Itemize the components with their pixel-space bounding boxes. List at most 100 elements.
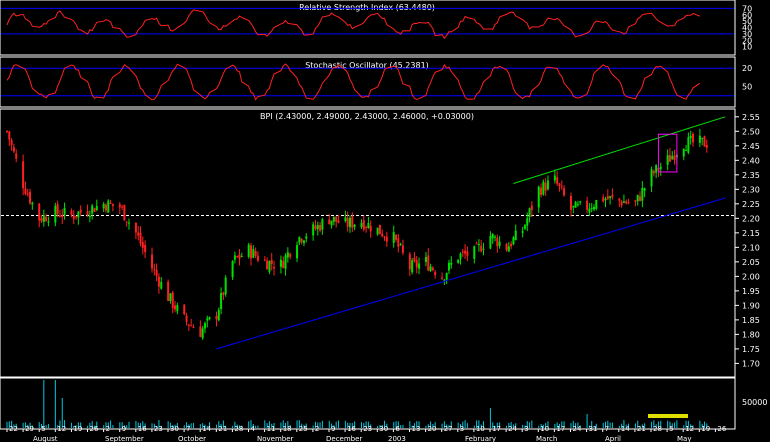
candle-body <box>528 208 531 218</box>
candle-body <box>302 240 305 244</box>
candle-body <box>273 266 276 269</box>
price-tick-label: 2.15 <box>742 229 760 238</box>
candle-body <box>335 216 338 222</box>
rsi-tick-label: 10 <box>742 43 752 52</box>
x-day-label: 9 <box>331 425 335 433</box>
candle-body <box>88 215 91 218</box>
x-day-label: 16 <box>138 425 147 433</box>
x-day-label: 18 <box>283 425 292 433</box>
candle-body <box>618 198 621 201</box>
candle-body <box>473 246 476 259</box>
candle-body <box>312 224 315 236</box>
candle-body <box>220 293 223 310</box>
volume-panel: 50000 <box>0 377 767 430</box>
candle-body <box>238 254 241 259</box>
candle-body <box>141 242 144 248</box>
candle-body <box>480 245 483 252</box>
candle-body <box>167 281 170 302</box>
x-day-label: 6 <box>395 425 400 433</box>
x-day-label: 27 <box>444 425 453 433</box>
candle-body <box>10 140 13 145</box>
candle-body <box>510 243 513 247</box>
price-tick-label: 2.35 <box>742 171 760 180</box>
candle-body <box>254 250 257 256</box>
x-month-label: May <box>677 435 691 442</box>
price-tick-label: 2.55 <box>742 113 760 122</box>
x-day-label: 28 <box>234 425 243 433</box>
x-day-label: 10 <box>540 425 549 433</box>
candle-body <box>22 161 25 189</box>
candle-body <box>650 169 653 187</box>
candle-body <box>643 188 646 191</box>
candle-body <box>620 201 623 206</box>
candle-body <box>201 328 204 339</box>
candle-body <box>321 219 324 230</box>
candle-body <box>574 201 577 208</box>
candle-body <box>286 252 289 258</box>
candle-body <box>641 187 644 201</box>
x-day-label: 26 <box>90 425 99 433</box>
candle-body <box>507 246 510 252</box>
candle-body <box>689 135 692 139</box>
candle-body <box>415 260 418 268</box>
candle-body <box>544 182 547 191</box>
x-day-label: 2 <box>106 425 110 433</box>
candle-body <box>160 281 163 289</box>
x-day-label: 30 <box>379 425 388 433</box>
candle-body <box>572 205 575 208</box>
candle-body <box>192 327 195 329</box>
candle-body <box>63 208 66 216</box>
candle-body <box>445 273 448 280</box>
candle-body <box>215 315 218 320</box>
candle-body <box>153 269 156 271</box>
candle-body <box>104 204 107 211</box>
candle-body <box>199 326 202 337</box>
candle-body <box>523 225 526 229</box>
candle-body <box>586 200 589 210</box>
rsi-title: Relative Strength Index (63.4480) <box>299 3 435 12</box>
candle-body <box>203 323 206 329</box>
candle-body <box>611 194 614 198</box>
x-day-label: 13 <box>412 425 421 433</box>
candle-body <box>399 244 402 246</box>
candle-body <box>351 216 354 228</box>
candle-body <box>29 191 32 204</box>
candle-body <box>256 255 259 261</box>
price-tick-label: 2.10 <box>742 243 760 252</box>
candle-body <box>185 315 188 322</box>
x-day-label: 17 <box>556 425 565 433</box>
candle-body <box>45 216 48 222</box>
candle-body <box>395 234 398 240</box>
price-tick-label: 2.50 <box>742 127 760 136</box>
candle-body <box>705 145 708 148</box>
candle-body <box>609 196 612 199</box>
x-month-label: February <box>465 435 496 442</box>
x-day-label: 12 <box>57 425 66 433</box>
x-month-label: December <box>326 435 362 442</box>
candle-body <box>424 256 427 263</box>
price-tick-label: 2.00 <box>742 272 760 281</box>
volume-marker <box>648 414 688 418</box>
candle-body <box>367 223 370 229</box>
candle-body <box>107 200 110 213</box>
candle-body <box>222 292 225 295</box>
price-tick-label: 2.40 <box>742 156 760 165</box>
candle-body <box>494 236 497 238</box>
candle-body <box>360 222 363 228</box>
candle-body <box>450 262 453 265</box>
candle-body <box>418 263 421 269</box>
price-title: BPI (2.43000, 2.49000, 2.43000, 2.46000,… <box>260 112 474 121</box>
candle-body <box>348 217 351 228</box>
candle-body <box>151 254 154 269</box>
candle-body <box>125 221 128 223</box>
x-day-label: 30 <box>170 425 179 433</box>
x-month-label: September <box>105 435 144 442</box>
candle-body <box>703 136 706 147</box>
candle-body <box>157 276 160 287</box>
candle-body <box>174 305 177 310</box>
candle-body <box>461 251 464 253</box>
candle-body <box>26 193 29 195</box>
volume-tick-label: 50000 <box>742 398 767 407</box>
candle-body <box>250 245 253 259</box>
candle-body <box>466 251 469 256</box>
